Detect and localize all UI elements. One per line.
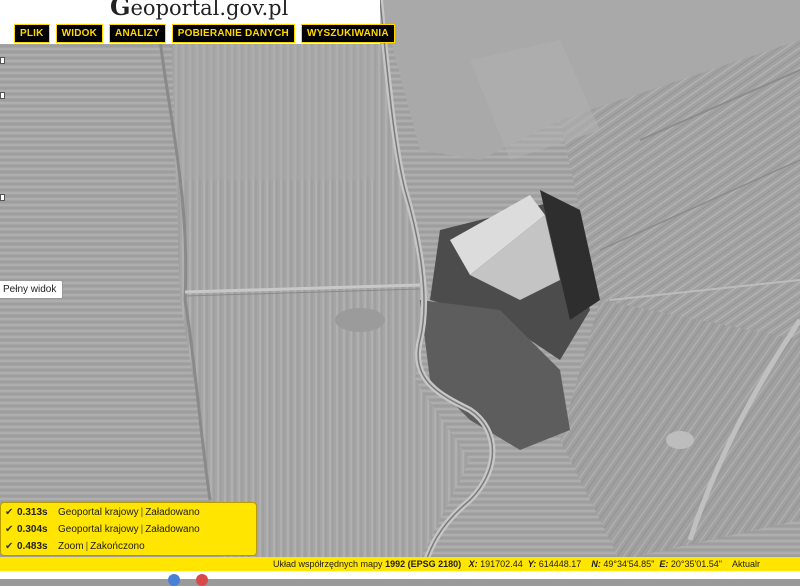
crs-value: 1992 (EPSG 2180) <box>385 559 462 569</box>
log-row: ✔ 0.304s Geoportal krajowy | Załadowano <box>1 521 256 538</box>
log-time: 0.313s <box>17 507 48 518</box>
logo-initial: G <box>110 0 131 21</box>
log-separator: | <box>140 524 144 535</box>
x-value: 191702.44 <box>480 559 523 569</box>
log-time: 0.304s <box>17 524 48 535</box>
y-value: 614448.17 <box>538 559 582 569</box>
check-icon: ✔ <box>5 541 14 552</box>
log-time: 0.483s <box>17 541 48 552</box>
log-separator: | <box>140 507 144 518</box>
log-separator: | <box>85 541 89 552</box>
coordinate-status-bar: Układ współrzędnych mapy 1992 (EPSG 2180… <box>0 557 800 571</box>
e-value: 20°35'01.54" <box>670 559 722 569</box>
n-value: 49°34'54.85" <box>603 559 655 569</box>
x-label: X: <box>468 559 478 569</box>
hillshade-map[interactable] <box>0 0 800 579</box>
loading-log-panel: ✔ 0.313s Geoportal krajowy | Załadowano ✔ … <box>0 502 257 556</box>
log-status: Zakończono <box>90 541 145 552</box>
status-extra: Aktualr <box>732 559 761 569</box>
full-view-tooltip: Pełny widok <box>0 280 64 299</box>
crs-label: Układ współrzędnych mapy <box>273 559 383 569</box>
toolbar-tool-button[interactable] <box>0 57 5 64</box>
app-header: Geoportal.gov.pl PLIK WIDOK ANALIZY POBI… <box>0 0 395 44</box>
menu-widok[interactable]: WIDOK <box>55 24 104 43</box>
log-source: Geoportal krajowy <box>58 507 139 518</box>
e-label: E: <box>659 559 669 569</box>
toolbar-tool-button[interactable] <box>0 92 5 99</box>
check-icon: ✔ <box>5 524 14 535</box>
log-status: Załadowano <box>145 524 200 535</box>
menu-pobieranie-danych[interactable]: POBIERANIE DANYCH <box>171 24 295 43</box>
menu-analizy[interactable]: ANALIZY <box>109 24 166 43</box>
log-status: Załadowano <box>145 507 200 518</box>
y-label: Y: <box>527 559 537 569</box>
main-menu: PLIK WIDOK ANALIZY POBIERANIE DANYCH WYS… <box>14 24 395 43</box>
geoportal-logo[interactable]: Geoportal.gov.pl <box>110 0 288 21</box>
globe-icon[interactable] <box>168 574 180 586</box>
log-row: ✔ 0.483s Zoom | Zakończono <box>1 538 256 555</box>
check-icon: ✔ <box>5 507 14 518</box>
app-icon[interactable] <box>196 574 208 586</box>
logo-text: eoportal.gov.pl <box>130 0 289 20</box>
toolbar-tool-button[interactable] <box>0 194 5 201</box>
log-source: Geoportal krajowy <box>58 524 139 535</box>
map-viewport[interactable] <box>0 0 800 579</box>
bottom-bar <box>0 571 800 579</box>
menu-wyszukiwania[interactable]: WYSZUKIWANIA <box>300 24 395 43</box>
n-label: N: <box>591 559 601 569</box>
log-row: ✔ 0.313s Geoportal krajowy | Załadowano <box>1 504 256 521</box>
menu-plik[interactable]: PLIK <box>14 24 50 43</box>
log-source: Zoom <box>58 541 84 552</box>
